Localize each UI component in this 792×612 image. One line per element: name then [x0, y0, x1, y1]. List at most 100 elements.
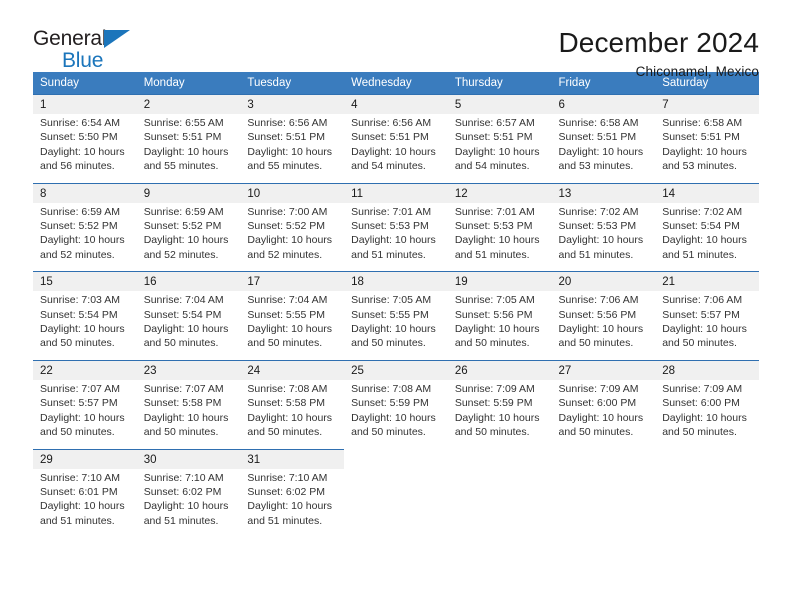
sunrise-text: Sunrise: 7:04 AM: [247, 294, 328, 307]
sunrise-text: Sunrise: 7:03 AM: [40, 294, 120, 307]
day-number[interactable]: 15: [33, 271, 137, 292]
day-number[interactable]: 1: [33, 94, 137, 114]
day-cell[interactable]: Sunrise: 7:04 AM Sunset: 5:55 PM Dayligh…: [240, 291, 345, 361]
day-number[interactable]: 25: [344, 359, 448, 380]
daylight-text-line2: and 50 minutes.: [40, 337, 115, 350]
day-cell[interactable]: Sunrise: 7:10 AM Sunset: 6:01 PM Dayligh…: [33, 468, 137, 538]
day-number[interactable]: 27: [551, 359, 656, 380]
sunset-text: Sunset: 5:55 PM: [351, 308, 429, 321]
sunrise-text: Sunrise: 7:07 AM: [143, 382, 224, 395]
day-cell[interactable]: Sunrise: 7:05 AM Sunset: 5:56 PM Dayligh…: [447, 291, 552, 361]
calendar-page: General Blue December 2024 Chiconamel, M…: [0, 0, 792, 612]
day-number[interactable]: 22: [33, 359, 137, 380]
daylight-text-line1: Daylight: 10 hours: [143, 145, 229, 158]
day-cell[interactable]: Sunrise: 6:54 AM Sunset: 5:50 PM Dayligh…: [33, 114, 137, 184]
day-number[interactable]: 3: [240, 94, 345, 114]
day-number[interactable]: 6: [551, 94, 656, 114]
day-cell[interactable]: Sunrise: 6:56 AM Sunset: 5:51 PM Dayligh…: [240, 114, 345, 184]
day-cell[interactable]: Sunrise: 7:00 AM Sunset: 5:52 PM Dayligh…: [240, 202, 345, 272]
daylight-text-line2: and 51 minutes.: [40, 514, 115, 527]
daylight-text-line1: Daylight: 10 hours: [662, 411, 747, 424]
day-number[interactable]: 2: [136, 94, 241, 114]
daylight-text-line2: and 50 minutes.: [351, 426, 426, 439]
day-cell[interactable]: Sunrise: 7:10 AM Sunset: 6:02 PM Dayligh…: [240, 468, 345, 538]
day-cell[interactable]: Sunrise: 6:57 AM Sunset: 5:51 PM Dayligh…: [447, 114, 552, 184]
day-cell[interactable]: Sunrise: 7:06 AM Sunset: 5:56 PM Dayligh…: [551, 291, 656, 361]
day-cell[interactable]: Sunrise: 6:58 AM Sunset: 5:51 PM Dayligh…: [551, 114, 656, 184]
day-cell[interactable]: Sunrise: 7:09 AM Sunset: 6:00 PM Dayligh…: [655, 379, 759, 449]
day-cell[interactable]: Sunrise: 7:01 AM Sunset: 5:53 PM Dayligh…: [447, 202, 552, 272]
daylight-text-line1: Daylight: 10 hours: [143, 411, 229, 424]
daylight-text-line2: and 52 minutes.: [40, 248, 115, 261]
weekday-header-tuesday: Tuesday: [240, 72, 345, 95]
daylight-text-line2: and 50 minutes.: [454, 337, 530, 350]
day-number[interactable]: 10: [240, 182, 345, 203]
day-number[interactable]: 18: [344, 271, 448, 292]
day-cell[interactable]: Sunrise: 7:09 AM Sunset: 6:00 PM Dayligh…: [551, 379, 656, 449]
day-cell[interactable]: Sunrise: 7:09 AM Sunset: 5:59 PM Dayligh…: [447, 379, 552, 449]
day-number[interactable]: 21: [655, 271, 759, 292]
day-cell[interactable]: Sunrise: 7:06 AM Sunset: 5:57 PM Dayligh…: [655, 291, 759, 361]
brand-logo[interactable]: General Blue: [33, 28, 153, 74]
sunset-text: Sunset: 5:51 PM: [247, 131, 326, 144]
day-cell[interactable]: Sunrise: 7:01 AM Sunset: 5:53 PM Dayligh…: [344, 202, 448, 272]
day-number[interactable]: 31: [240, 448, 345, 469]
day-cell[interactable]: Sunrise: 7:05 AM Sunset: 5:55 PM Dayligh…: [344, 291, 448, 361]
day-cell[interactable]: Sunrise: 6:56 AM Sunset: 5:51 PM Dayligh…: [344, 114, 448, 184]
day-number[interactable]: 28: [655, 359, 759, 380]
sunrise-text: Sunrise: 7:09 AM: [558, 382, 639, 395]
daylight-text-line1: Daylight: 10 hours: [247, 500, 333, 513]
day-cell[interactable]: Sunrise: 6:59 AM Sunset: 5:52 PM Dayligh…: [136, 202, 241, 272]
day-number[interactable]: 4: [344, 94, 448, 114]
day-number[interactable]: 7: [655, 94, 759, 114]
week-daynum-row: 15 16 17 18 19 20 21: [33, 271, 759, 292]
day-cell[interactable]: Sunrise: 7:08 AM Sunset: 5:58 PM Dayligh…: [240, 379, 345, 449]
day-number[interactable]: 12: [447, 182, 552, 203]
day-number[interactable]: 24: [240, 359, 345, 380]
day-cell[interactable]: Sunrise: 7:02 AM Sunset: 5:53 PM Dayligh…: [551, 202, 656, 272]
day-number[interactable]: 26: [447, 359, 552, 380]
day-number[interactable]: 29: [33, 448, 137, 469]
sunset-text: Sunset: 5:51 PM: [662, 131, 740, 144]
day-cell[interactable]: Sunrise: 7:07 AM Sunset: 5:57 PM Dayligh…: [33, 379, 137, 449]
day-cell[interactable]: Sunrise: 7:08 AM Sunset: 5:59 PM Dayligh…: [344, 379, 448, 449]
day-number[interactable]: 13: [551, 182, 656, 203]
day-number[interactable]: 9: [136, 182, 241, 203]
daylight-text-line2: and 52 minutes.: [247, 248, 323, 261]
sunrise-text: Sunrise: 7:00 AM: [247, 205, 328, 218]
daylight-text-line1: Daylight: 10 hours: [351, 411, 436, 424]
day-number[interactable]: 19: [447, 271, 552, 292]
daylight-text-line2: and 51 minutes.: [454, 248, 530, 261]
day-number[interactable]: 5: [447, 94, 552, 114]
daylight-text-line2: and 50 minutes.: [558, 337, 634, 350]
day-number[interactable]: 14: [655, 182, 759, 203]
daylight-text-line2: and 52 minutes.: [143, 248, 219, 261]
daylight-text-line2: and 50 minutes.: [662, 337, 737, 350]
day-cell[interactable]: Sunrise: 7:04 AM Sunset: 5:54 PM Dayligh…: [136, 291, 241, 361]
day-cell[interactable]: Sunrise: 6:58 AM Sunset: 5:51 PM Dayligh…: [655, 114, 759, 184]
sunset-text: Sunset: 5:56 PM: [454, 308, 533, 321]
daylight-text-line1: Daylight: 10 hours: [247, 145, 333, 158]
day-number[interactable]: 23: [136, 359, 241, 380]
daylight-text-line1: Daylight: 10 hours: [454, 145, 540, 158]
day-cell-empty: [552, 469, 656, 538]
sunset-text: Sunset: 5:54 PM: [662, 220, 740, 233]
day-cell[interactable]: Sunrise: 7:10 AM Sunset: 6:02 PM Dayligh…: [136, 468, 241, 538]
day-cell[interactable]: Sunrise: 6:55 AM Sunset: 5:51 PM Dayligh…: [136, 114, 241, 184]
day-cell[interactable]: Sunrise: 7:07 AM Sunset: 5:58 PM Dayligh…: [136, 379, 241, 449]
day-cell[interactable]: Sunrise: 6:59 AM Sunset: 5:52 PM Dayligh…: [33, 202, 137, 272]
day-number[interactable]: 20: [551, 271, 656, 292]
day-number[interactable]: 8: [33, 182, 137, 203]
day-number[interactable]: 16: [136, 271, 241, 292]
day-number[interactable]: 17: [240, 271, 345, 292]
daylight-text-line2: and 51 minutes.: [143, 514, 219, 527]
brand-name-blue: Blue: [62, 49, 104, 72]
day-cell[interactable]: Sunrise: 7:02 AM Sunset: 5:54 PM Dayligh…: [655, 202, 759, 272]
day-cell-empty: [448, 469, 552, 538]
day-number[interactable]: 30: [136, 448, 241, 469]
day-number-empty: [552, 449, 656, 469]
day-cell[interactable]: Sunrise: 7:03 AM Sunset: 5:54 PM Dayligh…: [33, 291, 137, 361]
daylight-text-line2: and 50 minutes.: [40, 426, 115, 439]
day-number[interactable]: 11: [344, 182, 448, 203]
sunrise-text: Sunrise: 7:01 AM: [351, 205, 432, 218]
